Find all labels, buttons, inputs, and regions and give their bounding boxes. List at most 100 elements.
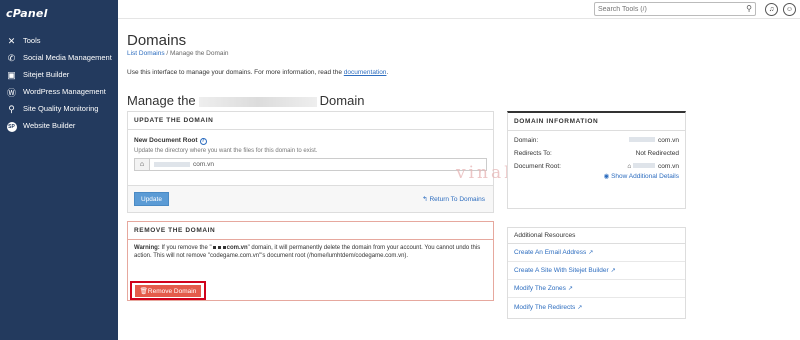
info-docroot-value: com.vn <box>658 163 679 170</box>
documentation-link[interactable]: documentation <box>344 69 387 76</box>
external-link-icon: ↗ <box>577 304 583 311</box>
remove-button-label: Remove Domain <box>147 287 197 295</box>
sidebar-item-label: Tools <box>23 36 41 45</box>
redacted-domain <box>198 96 317 107</box>
monitor-icon: ⚲ <box>8 104 15 114</box>
sidebar-item-label: Website Builder <box>23 121 76 130</box>
info-docroot-value-wrap: ⌂ com.vn <box>627 163 679 170</box>
sp-badge: SP <box>6 121 17 132</box>
intro-text: Use this interface to manage your domain… <box>127 69 388 76</box>
manage-title-suffix: Domain <box>319 93 365 108</box>
sidebar-item-label: Site Quality Monitoring <box>23 104 99 113</box>
tools-icon: ✕ <box>7 36 16 46</box>
external-link-icon: ↗ <box>610 268 616 274</box>
redacted-path <box>154 162 190 167</box>
external-link-icon: ↗ <box>588 250 594 256</box>
breadcrumb: List Domains / Manage the Domain <box>127 50 229 57</box>
info-docroot-row: Document Root: ⌂ com.vn <box>508 163 685 170</box>
info-domain-value-wrap: com.vn <box>629 137 679 144</box>
sidebar-item-website-builder[interactable]: SP Website Builder <box>0 121 118 132</box>
resource-label: Create A Site With Sitejet Builder <box>514 267 609 274</box>
breadcrumb-list-domains[interactable]: List Domains <box>127 50 165 57</box>
update-panel-body: New Document Root? Update the directory … <box>128 130 493 176</box>
help-icon[interactable]: ? <box>199 138 207 145</box>
breadcrumb-current: Manage the Domain <box>170 50 229 57</box>
redacted-mark <box>212 246 216 249</box>
page-title: Domains <box>127 32 187 49</box>
sidebar-item-wordpress[interactable]: Ⓦ WordPress Management <box>0 87 118 98</box>
manage-title: Manage the Domain <box>127 93 364 108</box>
resource-label: Modify The Zones <box>514 285 566 292</box>
redacted-mark <box>217 246 221 249</box>
intro-copy: Use this interface to manage your domain… <box>127 69 344 76</box>
resources-heading: Additional Resources <box>508 228 685 244</box>
search-box[interactable]: ⚲ <box>594 2 756 16</box>
resource-label: Create An Email Address <box>514 249 587 256</box>
info-panel-heading: DOMAIN INFORMATION <box>508 113 685 131</box>
sidebar-item-label: WordPress Management <box>23 87 106 96</box>
document-root-help: Update the directory where you want the … <box>134 148 318 154</box>
document-root-label-text: New Document Root <box>134 137 198 144</box>
update-panel-footer: Update ↰ Return To Domains <box>128 185 493 212</box>
trash-icon: 🗑 <box>139 288 148 295</box>
domain-information-panel: DOMAIN INFORMATION Domain: com.vn Redirec… <box>507 111 686 209</box>
document-root-input-group: ⌂ com.vn <box>134 158 487 171</box>
manage-title-prefix: Manage the <box>127 93 196 108</box>
home-icon: ⌂ <box>134 158 150 171</box>
document-root-label: New Document Root? <box>134 137 487 145</box>
resource-label: Modify The Redirects <box>514 303 576 311</box>
sidebar-nav: ✕ Tools ✆ Social Media Management ▣ Site… <box>0 36 118 138</box>
wordpress-icon: Ⓦ <box>6 88 16 98</box>
update-domain-panel: UPDATE THE DOMAIN New Document Root? Upd… <box>127 111 494 213</box>
remove-domain-button[interactable]: 🗑 Remove Domain <box>135 285 201 297</box>
top-bar: ⚲ ♫ ☺ <box>118 0 800 19</box>
search-icon[interactable]: ⚲ <box>746 4 752 13</box>
sidebar-item-social-media[interactable]: ✆ Social Media Management <box>0 53 118 64</box>
info-domain-label: Domain: <box>514 137 539 144</box>
remove-button-highlight: 🗑 Remove Domain <box>130 281 206 300</box>
show-additional-details-link[interactable]: ◉ Show Additional Details <box>508 172 685 180</box>
sidebar-item-label: Sitejet Builder <box>23 70 70 79</box>
external-link-icon: ↗ <box>567 286 573 292</box>
return-link-text: Return To Domains <box>429 196 485 203</box>
update-button[interactable]: Update <box>134 192 169 206</box>
search-input[interactable] <box>595 3 740 15</box>
resource-link-sitejet[interactable]: Create A Site With Sitejet Builder ↗ <box>508 262 685 280</box>
show-details-text: Show Additional Details <box>611 173 679 180</box>
redacted-domain <box>629 137 656 142</box>
redacted-mark <box>222 246 226 249</box>
eye-icon: ◉ <box>603 173 612 180</box>
document-root-input[interactable]: com.vn <box>150 158 487 171</box>
warning-label: Warning: <box>134 245 160 251</box>
user-icon[interactable]: ☺ <box>783 3 796 16</box>
notifications-icon[interactable]: ♫ <box>765 3 778 16</box>
info-domain-row: Domain: com.vn <box>508 137 685 144</box>
update-panel-heading: UPDATE THE DOMAIN <box>128 112 493 130</box>
remove-warning: Warning: If you remove the " com.vn" doma… <box>128 240 493 264</box>
cpanel-logo[interactable]: cPanel <box>6 7 48 20</box>
resource-link-redirects[interactable]: Modify The Redirects ↗ <box>508 298 685 316</box>
warning-domain: com.vn <box>226 245 248 251</box>
intro-period: . <box>386 69 389 76</box>
warning-pre: If you remove the " <box>159 245 212 251</box>
sp-icon: SP <box>6 121 17 132</box>
info-redirects-value: Not Redirected <box>635 150 679 157</box>
additional-resources-panel: Additional Resources Create An Email Add… <box>507 227 686 319</box>
sidebar-item-tools[interactable]: ✕ Tools <box>0 36 118 47</box>
resource-link-zones[interactable]: Modify The Zones ↗ <box>508 280 685 298</box>
info-domain-value: com.vn <box>658 137 679 144</box>
info-redirects-label: Redirects To: <box>514 150 552 157</box>
remove-panel-heading: REMOVE THE DOMAIN <box>128 222 493 240</box>
resource-link-email[interactable]: Create An Email Address ↗ <box>508 244 685 262</box>
sitejet-icon: ▣ <box>7 70 16 80</box>
sidebar: cPanel ✕ Tools ✆ Social Media Management… <box>0 0 118 340</box>
megaphone-icon: ✆ <box>7 53 16 63</box>
sidebar-item-site-quality[interactable]: ⚲ Site Quality Monitoring <box>0 104 118 115</box>
redacted-path <box>633 163 656 168</box>
return-to-domains-link[interactable]: ↰ Return To Domains <box>422 195 485 203</box>
info-docroot-label: Document Root: <box>514 163 561 170</box>
info-redirects-row: Redirects To: Not Redirected <box>508 150 685 157</box>
sidebar-item-sitejet[interactable]: ▣ Sitejet Builder <box>0 70 118 81</box>
document-root-value: com.vn <box>193 161 214 168</box>
sidebar-item-label: Social Media Management <box>23 53 112 62</box>
